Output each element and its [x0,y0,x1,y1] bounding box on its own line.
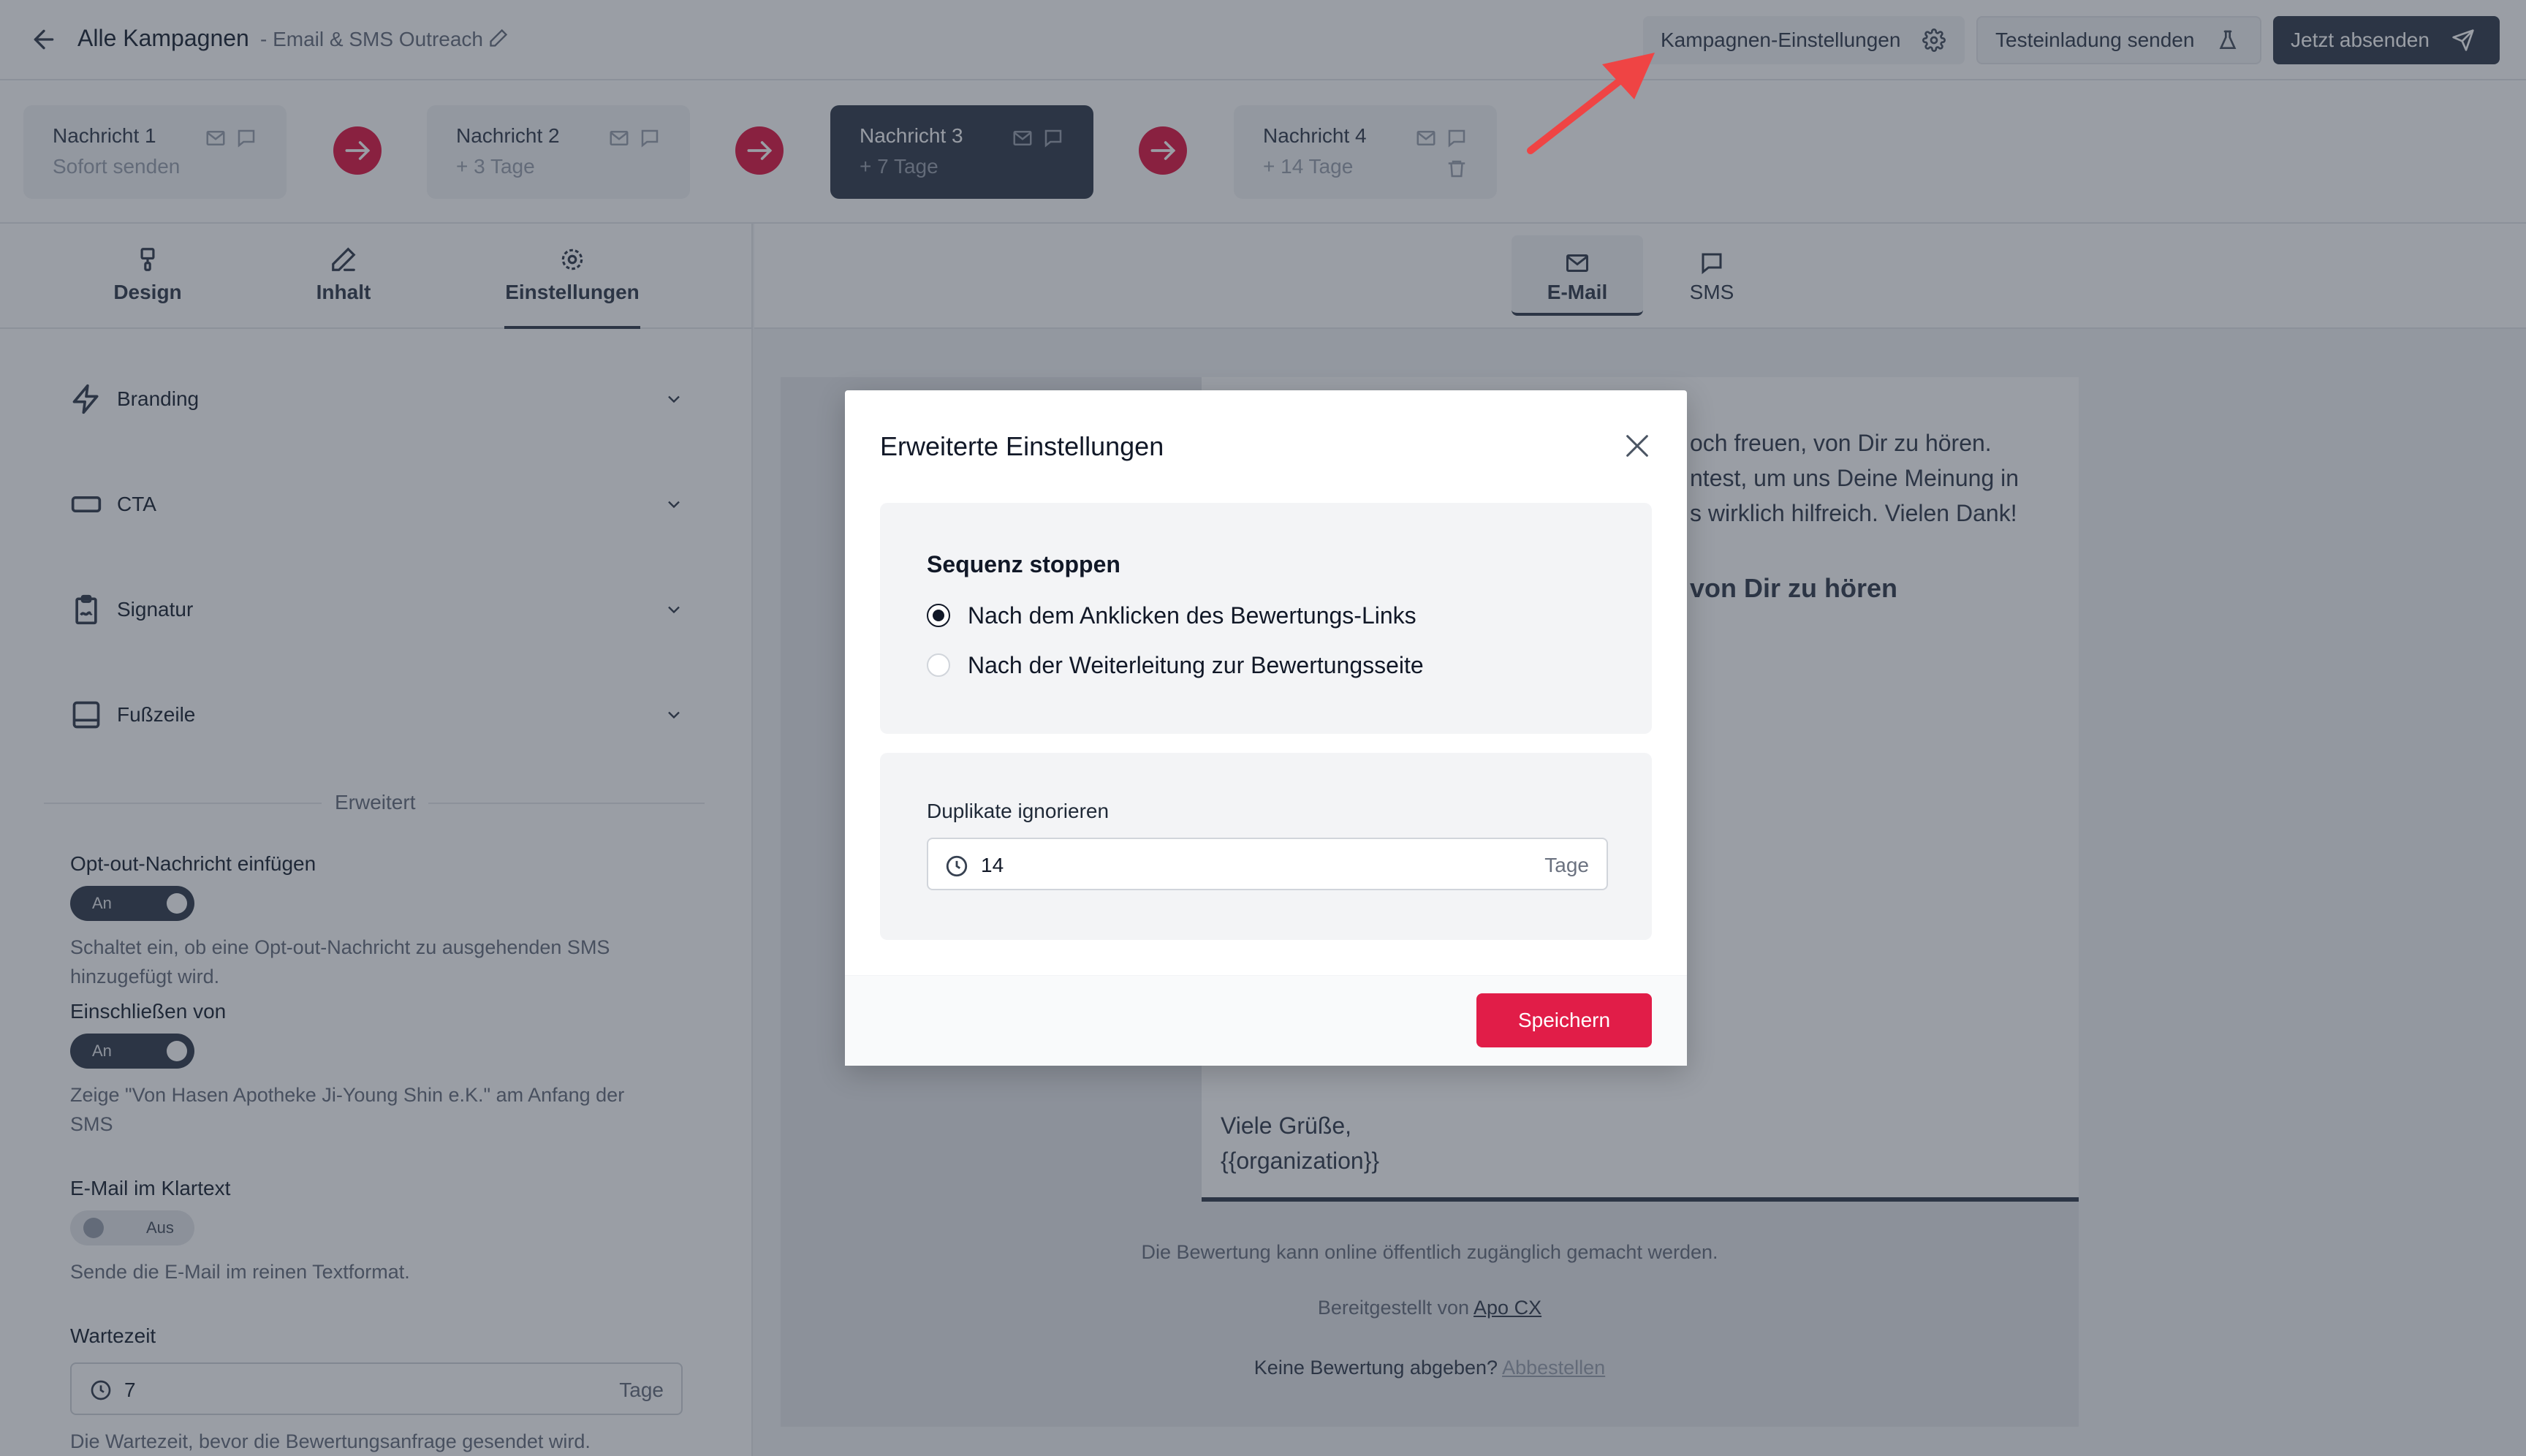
modal-title: Erweiterte Einstellungen [880,431,1164,461]
radio-checked[interactable] [927,604,950,627]
radio-unchecked[interactable] [927,653,950,677]
radio-label: Nach der Weiterleitung zur Bewertungssei… [968,651,1424,678]
stop-sequence-card: Sequenz stoppen Nach dem Anklicken des B… [880,503,1652,734]
clock-icon [946,855,968,877]
ignore-duplicates-input[interactable]: 14 Tage [927,838,1608,890]
ignore-duplicates-card: Duplikate ignorieren 14 Tage [880,753,1652,940]
radio-label: Nach dem Anklicken des Bewertungs-Links [968,602,1416,629]
radio-option-redirect[interactable]: Nach der Weiterleitung zur Bewertungssei… [927,651,1424,680]
annotation-arrow-icon [1527,53,1655,154]
duplicates-unit: Tage [1544,854,1589,876]
modal-footer: Speichern [845,975,1687,1066]
save-button[interactable]: Speichern [1476,993,1652,1047]
stop-sequence-heading: Sequenz stoppen [927,551,1120,577]
ignore-duplicates-label: Duplikate ignorieren [927,800,1110,822]
radio-option-link-click[interactable]: Nach dem Anklicken des Bewertungs-Links [927,601,1416,630]
duplicates-value: 14 [981,854,1004,876]
advanced-settings-modal: Erweiterte Einstellungen Sequenz stoppen… [845,390,1687,1066]
close-icon[interactable] [1623,431,1652,460]
app-root: Alle Kampagnen - Email & SMS Outreach Ka… [0,0,2526,1456]
